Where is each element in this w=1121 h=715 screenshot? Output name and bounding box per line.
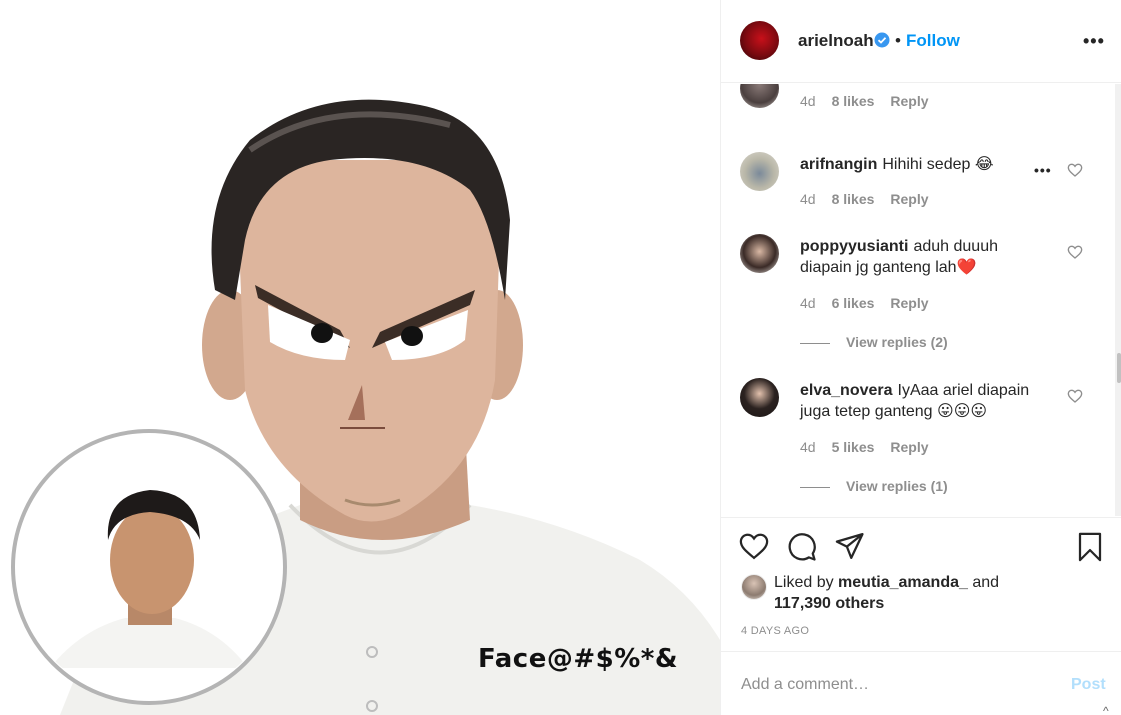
comment-likes[interactable]: 6 likes xyxy=(832,295,875,311)
comment-likes[interactable]: 5 likes xyxy=(832,439,875,455)
liked-by-and: and xyxy=(972,574,1000,591)
liker-username[interactable]: meutia_amanda_ xyxy=(838,574,968,591)
comment-likes[interactable]: 8 likes xyxy=(832,93,875,109)
view-replies-label: View replies (1) xyxy=(846,478,948,494)
commenter-avatar[interactable] xyxy=(740,234,779,273)
comment-age: 4d xyxy=(800,439,816,455)
add-comment-input[interactable] xyxy=(741,670,1041,700)
reply-button[interactable]: Reply xyxy=(890,93,928,109)
reply-button[interactable]: Reply xyxy=(890,191,928,207)
comment-age: 4d xyxy=(800,93,816,109)
view-replies-line xyxy=(800,486,830,488)
view-replies-button[interactable]: View replies (2) xyxy=(800,334,948,350)
comments-scrollbar-thumb[interactable] xyxy=(1117,353,1121,383)
post-header: arielnoah • Follow ••• xyxy=(721,0,1121,83)
author-username[interactable]: arielnoah xyxy=(798,31,874,51)
reply-button[interactable]: Reply xyxy=(890,295,928,311)
scroll-up-caret-icon[interactable]: ^ xyxy=(1103,704,1109,715)
commenter-username[interactable]: elva_novera xyxy=(800,382,893,399)
view-replies-label: View replies (2) xyxy=(846,334,948,350)
comment-bubble-icon[interactable] xyxy=(787,532,817,562)
post-photo[interactable]: Face@#$%*& xyxy=(0,0,720,715)
post-timestamp[interactable]: 4 DAYS AGO xyxy=(741,625,809,637)
commenter-avatar[interactable] xyxy=(740,152,779,191)
commenter-username[interactable]: poppyyusianti xyxy=(800,238,908,255)
comment-likes[interactable]: 8 likes xyxy=(832,191,875,207)
image-caption-overlay: Face@#$%*& xyxy=(478,644,679,674)
liked-by-prefix: Liked by xyxy=(774,574,834,591)
more-options-icon[interactable]: ••• xyxy=(1083,31,1105,52)
comment-age: 4d xyxy=(800,191,816,207)
action-bar xyxy=(721,517,1121,573)
comments-list[interactable]: fazzzzz_1992😂😂😂 4d8 likesReply arifnangi… xyxy=(721,84,1121,516)
like-heart-icon[interactable] xyxy=(739,532,769,560)
add-comment-bar: Post ^ xyxy=(721,651,1121,715)
reply-button[interactable]: Reply xyxy=(890,439,928,455)
separator-dot: • xyxy=(895,31,901,50)
comment-text: Hihihi sedep 😂 xyxy=(882,156,994,173)
comment-more-options-icon[interactable]: ••• xyxy=(1034,162,1052,178)
commenter-username[interactable]: arifnangin xyxy=(800,156,877,173)
liker-avatar[interactable] xyxy=(741,574,767,600)
comments-scrollbar[interactable] xyxy=(1115,84,1121,516)
verified-badge-icon xyxy=(874,32,890,48)
author-avatar[interactable] xyxy=(740,21,779,60)
share-direct-icon[interactable] xyxy=(835,532,865,560)
comment-like-heart-icon[interactable] xyxy=(1067,162,1083,178)
view-replies-button[interactable]: View replies (1) xyxy=(800,478,948,494)
commenter-avatar[interactable] xyxy=(740,84,779,108)
comment-age: 4d xyxy=(800,295,816,311)
likes-count-link[interactable]: 117,390 others xyxy=(774,595,884,612)
view-replies-line xyxy=(800,342,830,344)
post-side-panel: arielnoah • Follow ••• fazzzzz_1992😂😂😂 4… xyxy=(720,0,1121,715)
commenter-avatar[interactable] xyxy=(740,378,779,417)
post-comment-button[interactable]: Post xyxy=(1071,676,1106,694)
comment-like-heart-icon[interactable] xyxy=(1067,388,1083,404)
post-image xyxy=(11,99,720,715)
follow-button[interactable]: Follow xyxy=(906,31,960,51)
comment-like-heart-icon[interactable] xyxy=(1067,244,1083,260)
bookmark-save-icon[interactable] xyxy=(1076,532,1104,562)
